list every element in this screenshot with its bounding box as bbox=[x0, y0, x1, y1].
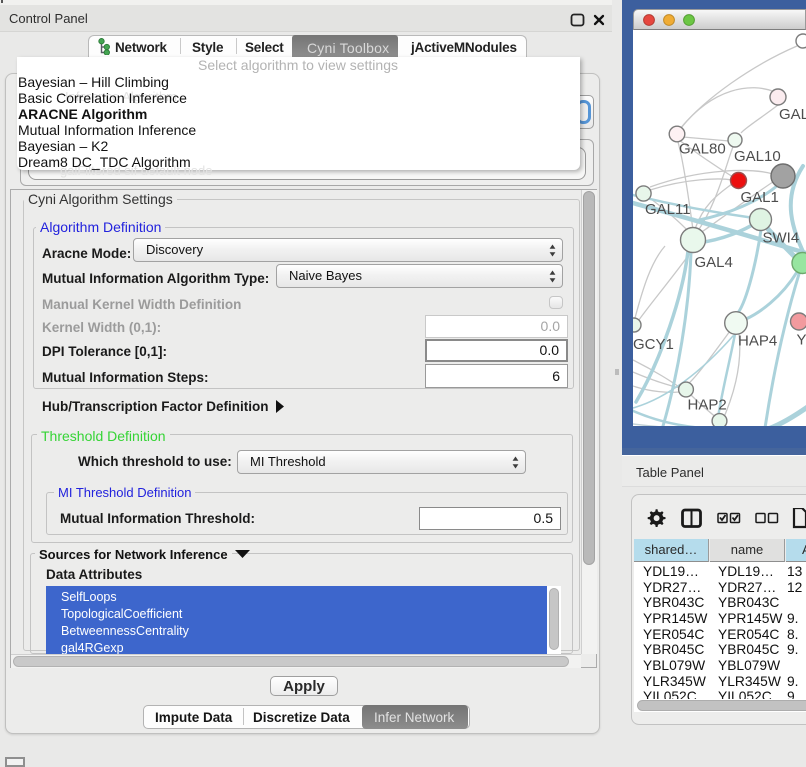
svg-text:Y: Y bbox=[797, 332, 806, 349]
svg-text:SWI4: SWI4 bbox=[763, 230, 800, 247]
svg-text:GAL80: GAL80 bbox=[679, 141, 726, 158]
svg-text:GCY1: GCY1 bbox=[633, 336, 674, 353]
svg-text:GAL7: GAL7 bbox=[779, 106, 806, 123]
svg-text:GAL11: GAL11 bbox=[645, 201, 691, 218]
svg-text:GAL1: GAL1 bbox=[741, 189, 779, 206]
svg-text:GAL10: GAL10 bbox=[734, 148, 781, 165]
svg-text:HAP4: HAP4 bbox=[738, 333, 777, 350]
svg-text:GAL4: GAL4 bbox=[695, 254, 733, 271]
svg-text:HAP2: HAP2 bbox=[688, 397, 727, 414]
